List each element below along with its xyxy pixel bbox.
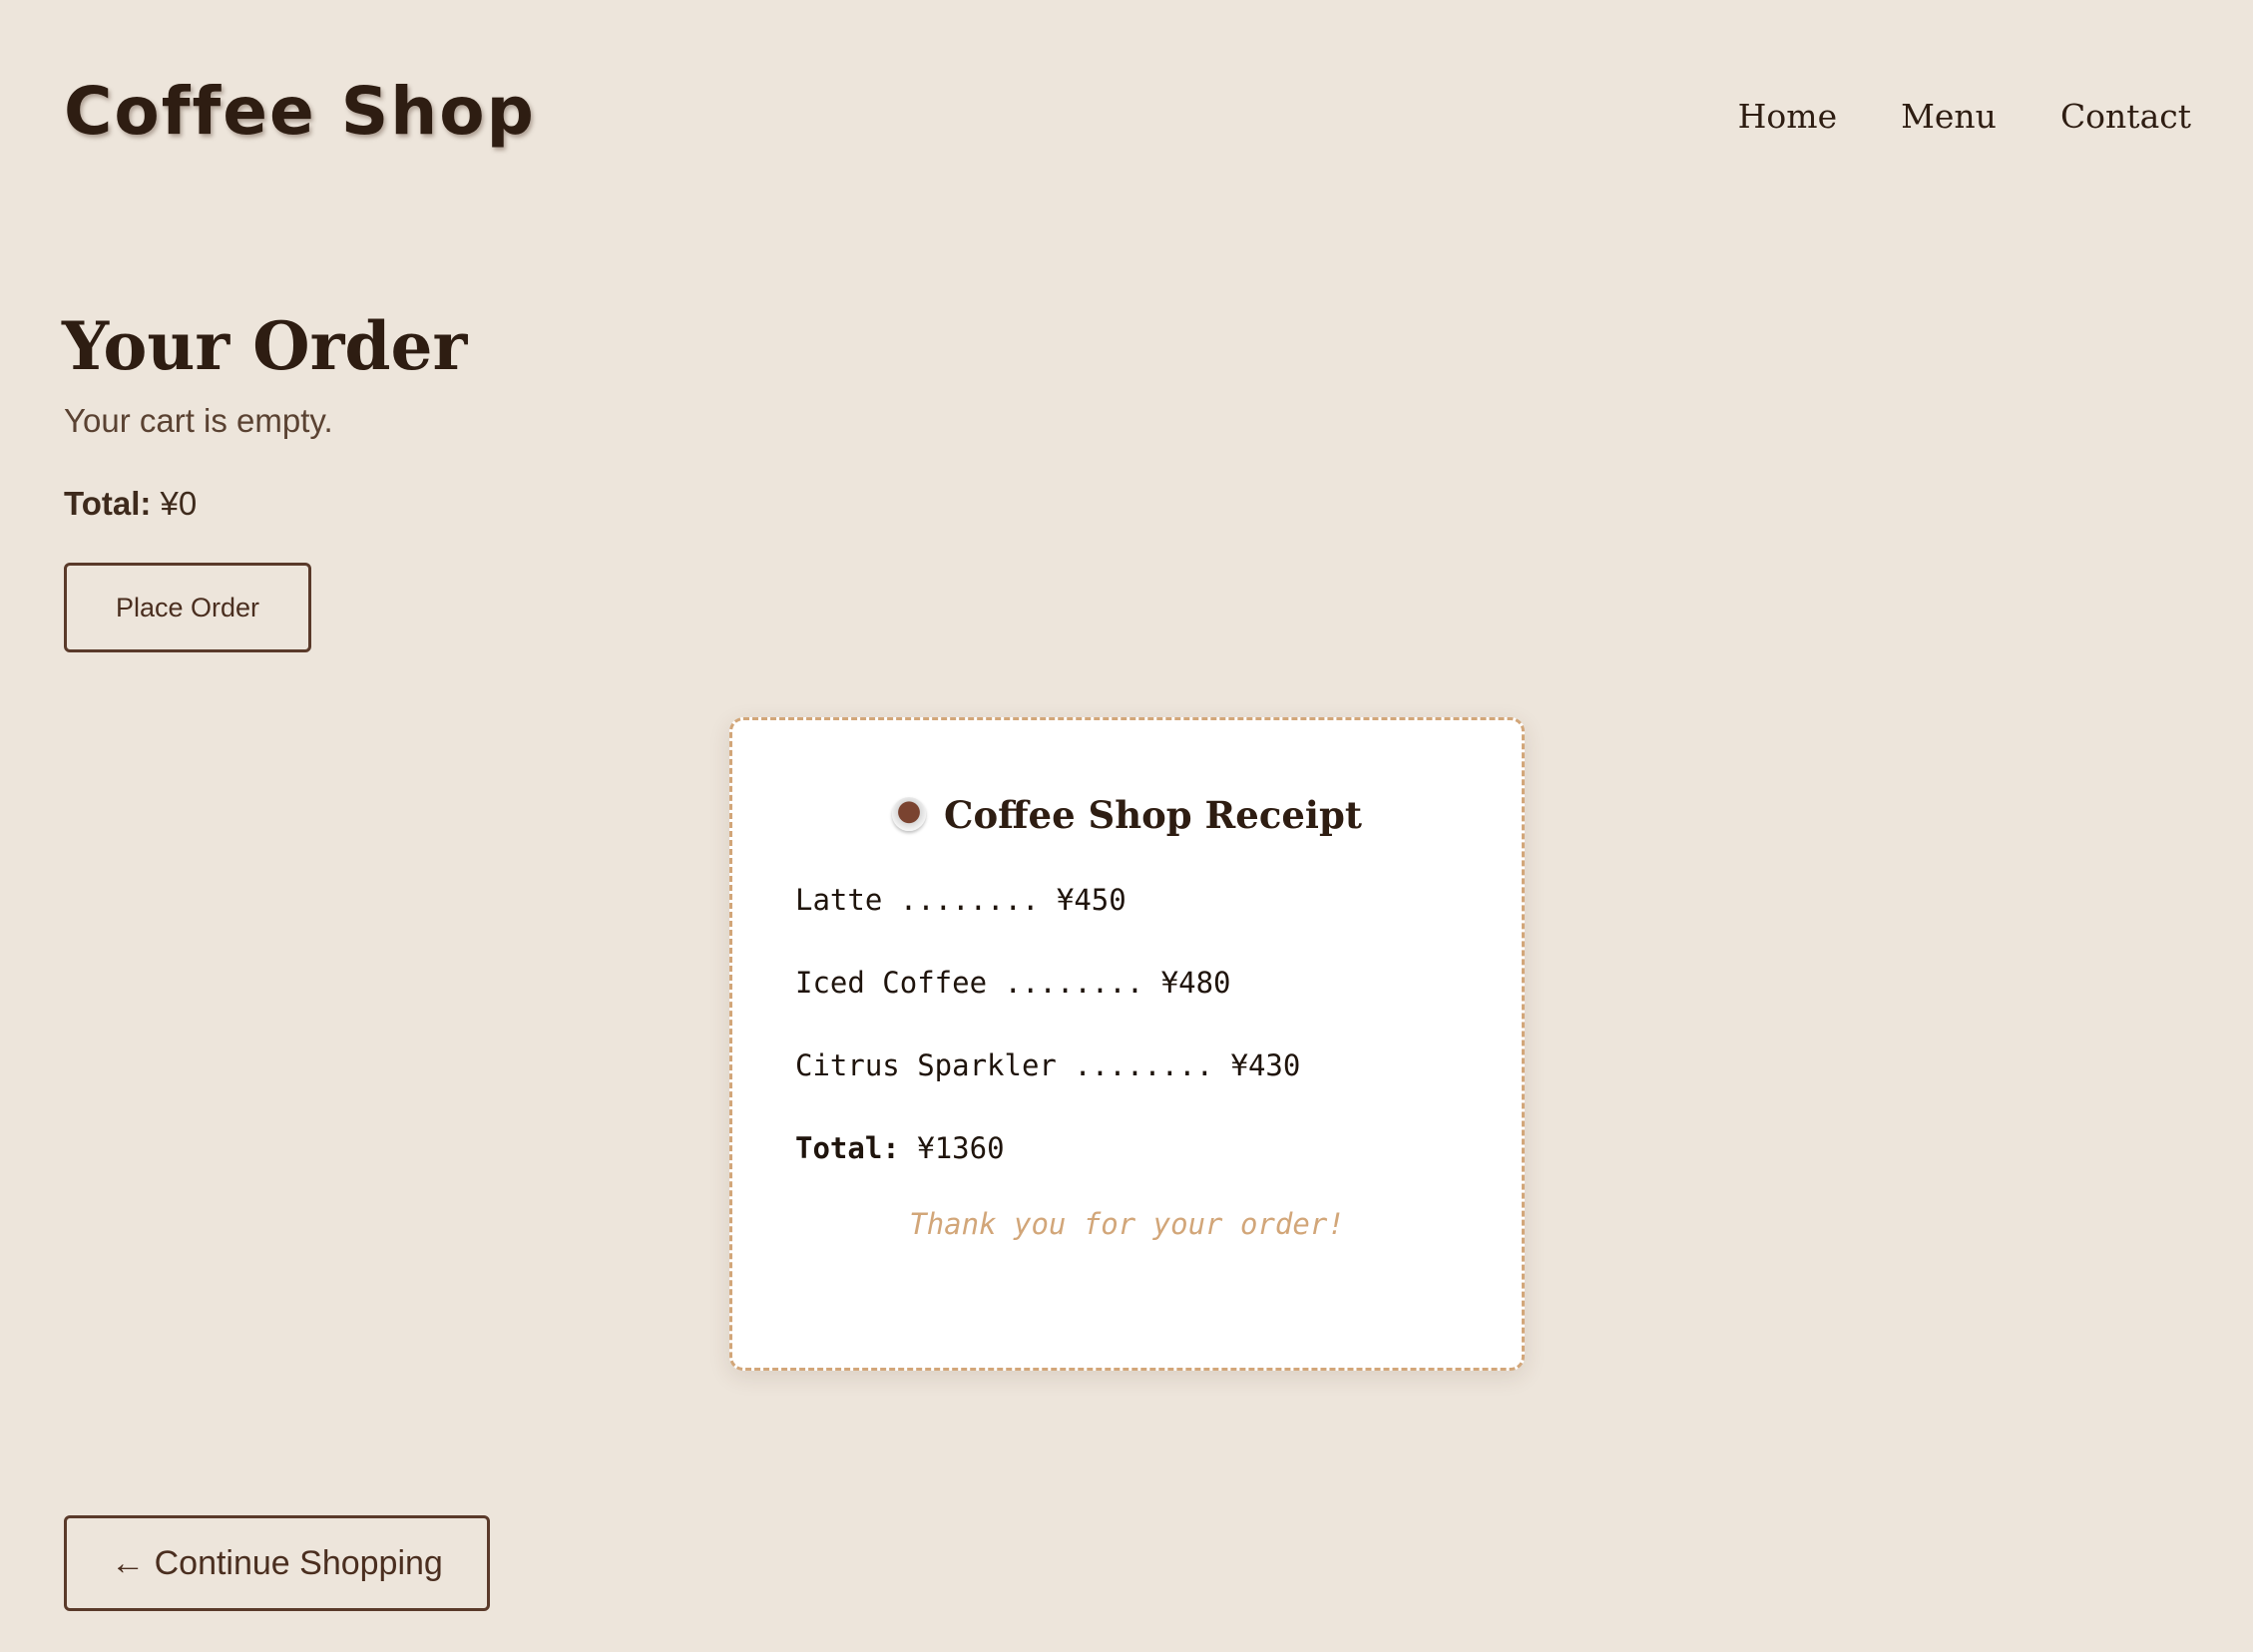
nav-home-link[interactable]: Home — [1738, 95, 1837, 139]
receipt-title: Coffee Shop Receipt — [944, 793, 1362, 837]
receipt-item: Citrus Sparkler ........ ¥430 — [795, 1048, 1301, 1082]
site-logo[interactable]: Coffee Shop — [64, 72, 536, 151]
cart-empty-message: Your cart is empty. — [64, 402, 333, 439]
cart-total: Total: ¥0 — [64, 484, 197, 524]
coffee-cup-icon — [892, 797, 927, 831]
place-order-button[interactable]: Place Order — [64, 563, 311, 652]
receipt-heading: Coffee Shop Receipt — [732, 790, 1522, 840]
cart-total-label: Total: — [64, 485, 152, 522]
nav-menu-link[interactable]: Menu — [1901, 95, 1997, 139]
receipt-thank-you: Thank you for your order! — [909, 1207, 1345, 1241]
receipt-total-label: Total: — [795, 1131, 900, 1165]
nav-contact-link[interactable]: Contact — [2060, 95, 2191, 139]
receipt-total-value: ¥1360 — [917, 1131, 1005, 1165]
continue-shopping-button[interactable]: ← Continue Shopping — [64, 1515, 490, 1611]
receipt-item: Latte ........ ¥450 — [795, 883, 1126, 917]
main-nav: Home Menu Contact — [1738, 95, 2191, 139]
receipt-card: Coffee Shop Receipt — [729, 717, 1525, 1371]
cart-total-value: ¥0 — [160, 485, 198, 522]
receipt-total: Total: ¥1360 — [795, 1130, 1005, 1166]
page-title: Your Order — [62, 307, 468, 385]
receipt-item: Iced Coffee ........ ¥480 — [795, 966, 1231, 1000]
